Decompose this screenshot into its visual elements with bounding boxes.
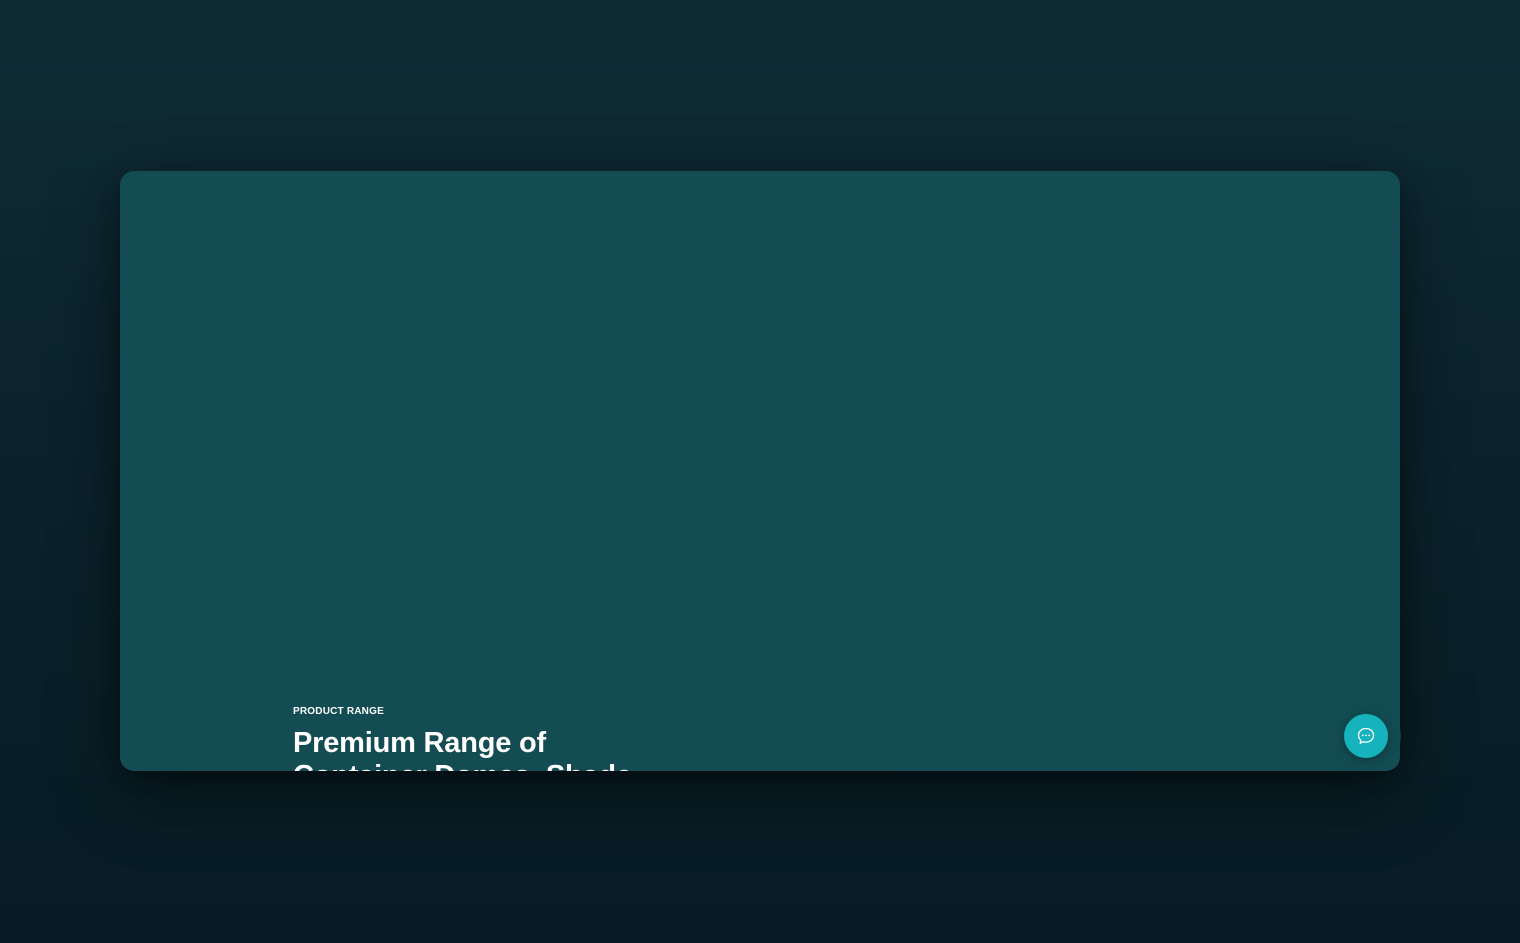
hero-text-block: PRODUCT RANGE Premium Range of Container… [293,706,713,771]
hero-headline-line-1: Premium Range of [293,727,547,759]
hero-headline-line-2: Container Domes, Shade [293,760,713,771]
hero-panel: PRODUCT RANGE Premium Range of Container… [120,171,1400,771]
section-eyebrow: PRODUCT RANGE [293,706,384,717]
chat-launcher-circle[interactable] [1344,714,1388,758]
hero-panel-clip: PRODUCT RANGE Premium Range of Container… [120,171,1400,771]
hero-headline: Premium Range of Container Domes, Shade [293,727,713,771]
chat-launcher-button[interactable] [1331,701,1401,771]
chat-bubble-icon [1356,726,1376,746]
